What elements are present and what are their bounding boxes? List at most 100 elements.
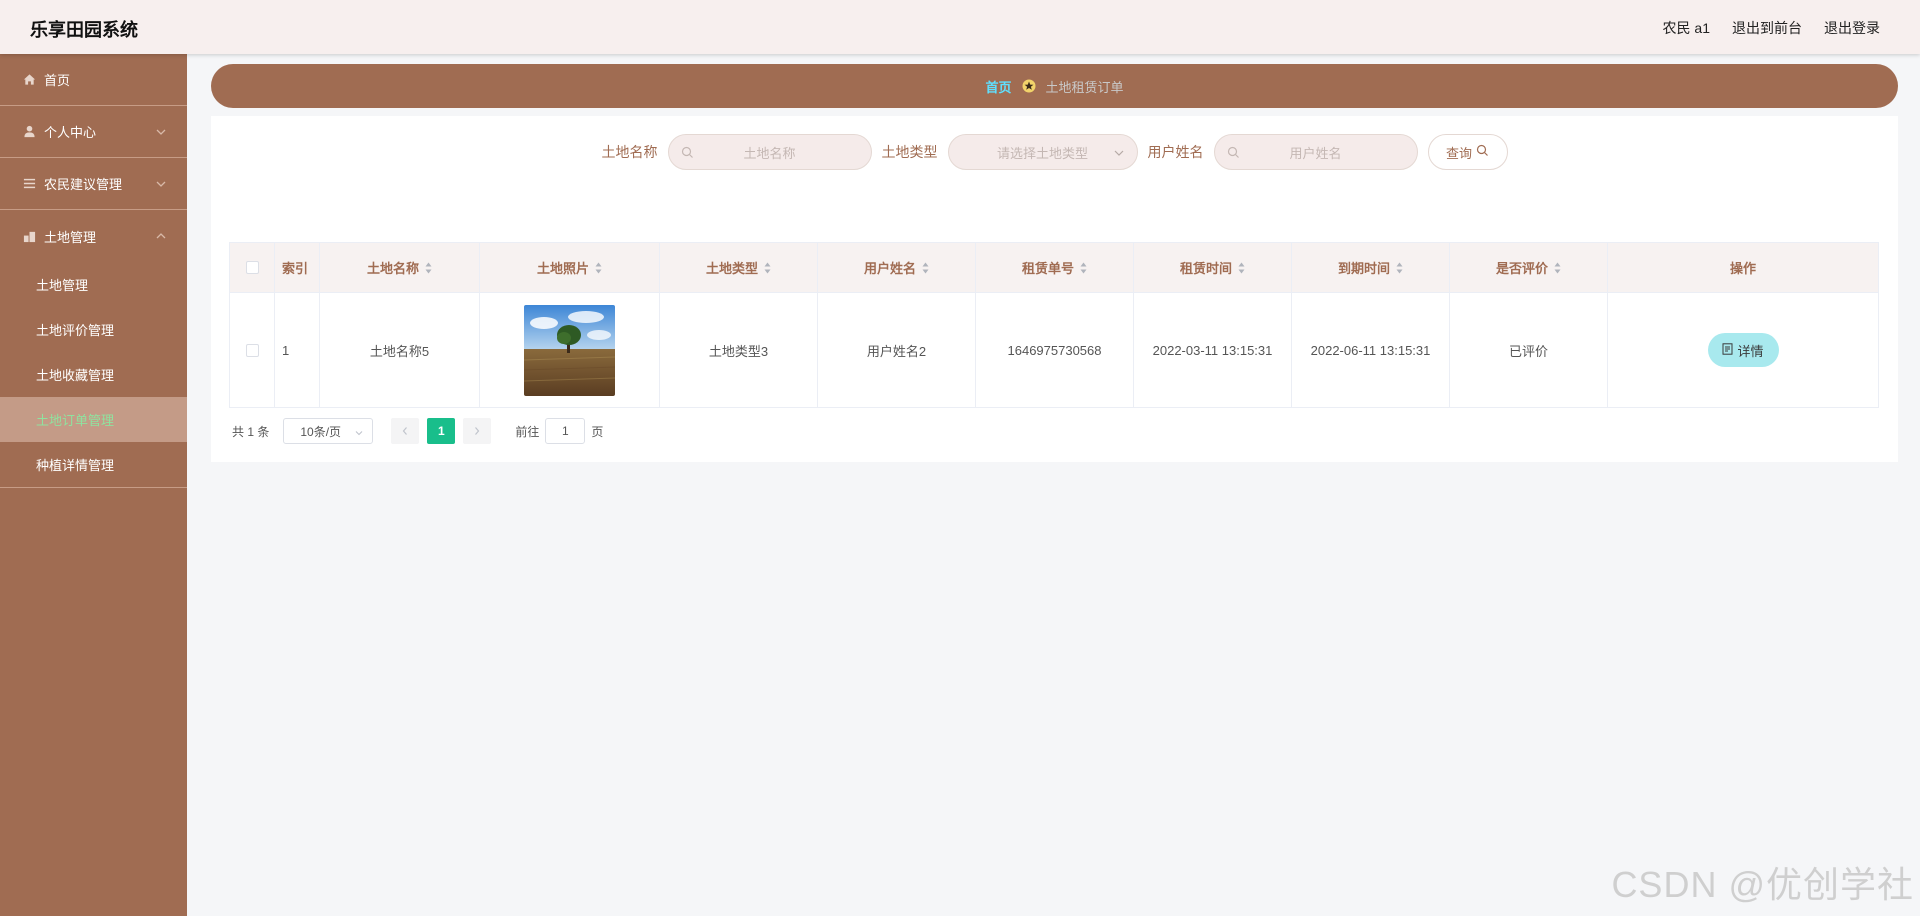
sidebar-item-label: 个人中心	[44, 125, 97, 140]
select-all-checkbox[interactable]	[245, 261, 259, 274]
sort-icon	[1554, 262, 1561, 273]
header-order-no[interactable]: 租赁单号	[976, 243, 1134, 292]
sidebar-item-home[interactable]: 首页	[0, 54, 187, 106]
home-icon	[22, 73, 36, 87]
list-icon	[22, 177, 36, 191]
row-land-type: 土地类型3	[660, 293, 818, 407]
sidebar-item-suggestions[interactable]: 农民建议管理	[0, 158, 187, 210]
sidebar-sub-land-favorite[interactable]: 土地收藏管理	[0, 352, 187, 397]
sidebar-item-profile[interactable]: 个人中心	[0, 106, 187, 158]
query-button-label: 查询	[1445, 145, 1472, 161]
star-icon	[1022, 79, 1036, 93]
table-header: 索引 土地名称 土地照片 土地类型 用户姓名 租赁单号 租赁时间 到期时间 是否…	[230, 243, 1878, 293]
orders-table: 索引 土地名称 土地照片 土地类型 用户姓名 租赁单号 租赁时间 到期时间 是否…	[229, 242, 1879, 408]
row-index: 1	[275, 293, 320, 407]
chevron-up-icon	[155, 230, 167, 242]
breadcrumb-current: 土地租赁订单	[1045, 79, 1124, 95]
breadcrumb-home[interactable]: 首页	[985, 77, 1011, 96]
search-icon	[1227, 146, 1240, 159]
land-name-placeholder: 土地名称	[743, 145, 796, 161]
chevron-down-icon	[155, 126, 167, 138]
header-index: 索引	[275, 243, 320, 292]
land-name-input[interactable]: 土地名称	[667, 134, 872, 170]
row-rent-time: 2022-03-11 13:15:31	[1134, 293, 1292, 407]
watermark: CSDN @优创学社	[1611, 864, 1914, 905]
sort-icon	[1080, 262, 1087, 273]
header-land-photo[interactable]: 土地照片	[480, 243, 660, 292]
logout-link[interactable]: 退出登录	[1824, 18, 1880, 38]
sidebar-item-land[interactable]: 土地管理	[0, 210, 187, 262]
header-evaluated[interactable]: 是否评价	[1450, 243, 1608, 292]
page-size-value: 10条/页	[300, 424, 342, 439]
sidebar-sub-land-evaluation[interactable]: 土地评价管理	[0, 307, 187, 352]
header-actions: 操作	[1729, 261, 1756, 276]
chevron-down-icon	[354, 427, 364, 437]
user-name-input[interactable]: 用户姓名	[1213, 134, 1418, 170]
sort-icon	[1238, 262, 1245, 273]
document-icon	[1722, 342, 1733, 358]
detail-button[interactable]: 详情	[1707, 333, 1779, 367]
header-land-name[interactable]: 土地名称	[320, 243, 480, 292]
sort-icon	[922, 262, 929, 273]
top-bar: 乐享田园系统 农民 a1 退出到前台 退出登录	[0, 0, 1920, 54]
sidebar-sub-planting-detail[interactable]: 种植详情管理	[0, 442, 187, 487]
land-type-placeholder: 请选择土地类型	[996, 145, 1088, 161]
next-page-button[interactable]	[463, 418, 492, 444]
select-all-cell	[230, 243, 275, 292]
sort-icon	[764, 262, 771, 273]
header-user-name[interactable]: 用户姓名	[818, 243, 976, 292]
user-label[interactable]: 农民 a1	[1663, 18, 1710, 38]
user-icon	[22, 125, 36, 139]
header-rent-time[interactable]: 租赁时间	[1134, 243, 1292, 292]
goto-label: 前往	[515, 424, 540, 439]
row-land-photo-cell	[480, 293, 660, 407]
chevron-down-icon	[155, 178, 167, 190]
search-icon	[1476, 144, 1489, 160]
prev-page-button[interactable]	[391, 418, 420, 444]
sort-icon	[425, 262, 432, 273]
land-type-select[interactable]: 请选择土地类型	[947, 134, 1138, 170]
table-row: 1 土地名称5 土地类型3 用户姓名2 1646975730568 2022-0…	[230, 293, 1878, 407]
row-evaluated: 已评价	[1450, 293, 1608, 407]
row-land-name: 土地名称5	[320, 293, 480, 407]
user-name-placeholder: 用户姓名	[1289, 145, 1342, 161]
sidebar: 首页 个人中心 农民建议管理 土地管理 土地管理 土地评价管理 土地收藏管理 土…	[0, 54, 187, 916]
sidebar-item-label: 农民建议管理	[44, 177, 123, 192]
chevron-down-icon	[1113, 147, 1125, 159]
page-number-current[interactable]: 1	[427, 418, 456, 444]
pagination: 共 1 条 10条/页 1 前往 1 页	[232, 418, 603, 444]
sidebar-sub-land-order[interactable]: 土地订单管理	[0, 397, 187, 442]
search-icon	[681, 146, 694, 159]
row-select-cell	[230, 293, 275, 407]
pagination-total: 共 1 条	[232, 424, 270, 439]
page-suffix: 页	[591, 424, 604, 439]
land-type-label: 土地类型	[881, 144, 938, 160]
main-panel: 土地名称 土地名称 土地类型 请选择土地类型 用户姓名 用户姓名 查询 索引 土…	[211, 116, 1898, 462]
row-order-no: 1646975730568	[976, 293, 1134, 407]
header-expire-time[interactable]: 到期时间	[1292, 243, 1450, 292]
goto-page-input[interactable]: 1	[545, 418, 586, 444]
building-icon	[22, 229, 36, 243]
land-name-label: 土地名称	[601, 144, 658, 160]
land-photo[interactable]	[524, 304, 615, 396]
query-button[interactable]: 查询	[1427, 134, 1508, 170]
search-form: 土地名称 土地名称 土地类型 请选择土地类型 用户姓名 用户姓名 查询	[211, 134, 1898, 170]
row-user-name: 用户姓名2	[818, 293, 976, 407]
app-title: 乐享田园系统	[30, 20, 138, 40]
sidebar-item-label: 土地管理	[44, 229, 97, 245]
row-checkbox[interactable]	[245, 343, 259, 357]
row-actions: 详情	[1608, 293, 1878, 407]
breadcrumb: 首页 土地租赁订单	[211, 64, 1898, 108]
user-name-label: 用户姓名	[1147, 144, 1204, 160]
land-menu-group: 土地管理 土地管理 土地评价管理 土地收藏管理 土地订单管理 种植详情管理	[0, 210, 187, 488]
chevron-right-icon	[475, 427, 480, 435]
sort-icon	[595, 262, 602, 273]
header-land-type[interactable]: 土地类型	[660, 243, 818, 292]
to-front-link[interactable]: 退出到前台	[1732, 18, 1802, 38]
chevron-left-icon	[403, 427, 408, 435]
page-size-select[interactable]: 10条/页	[283, 418, 374, 444]
sidebar-sub-land-manage[interactable]: 土地管理	[0, 262, 187, 307]
detail-button-label: 详情	[1737, 343, 1764, 359]
sidebar-item-label: 首页	[44, 73, 71, 88]
row-expire-time: 2022-06-11 13:15:31	[1292, 293, 1450, 407]
